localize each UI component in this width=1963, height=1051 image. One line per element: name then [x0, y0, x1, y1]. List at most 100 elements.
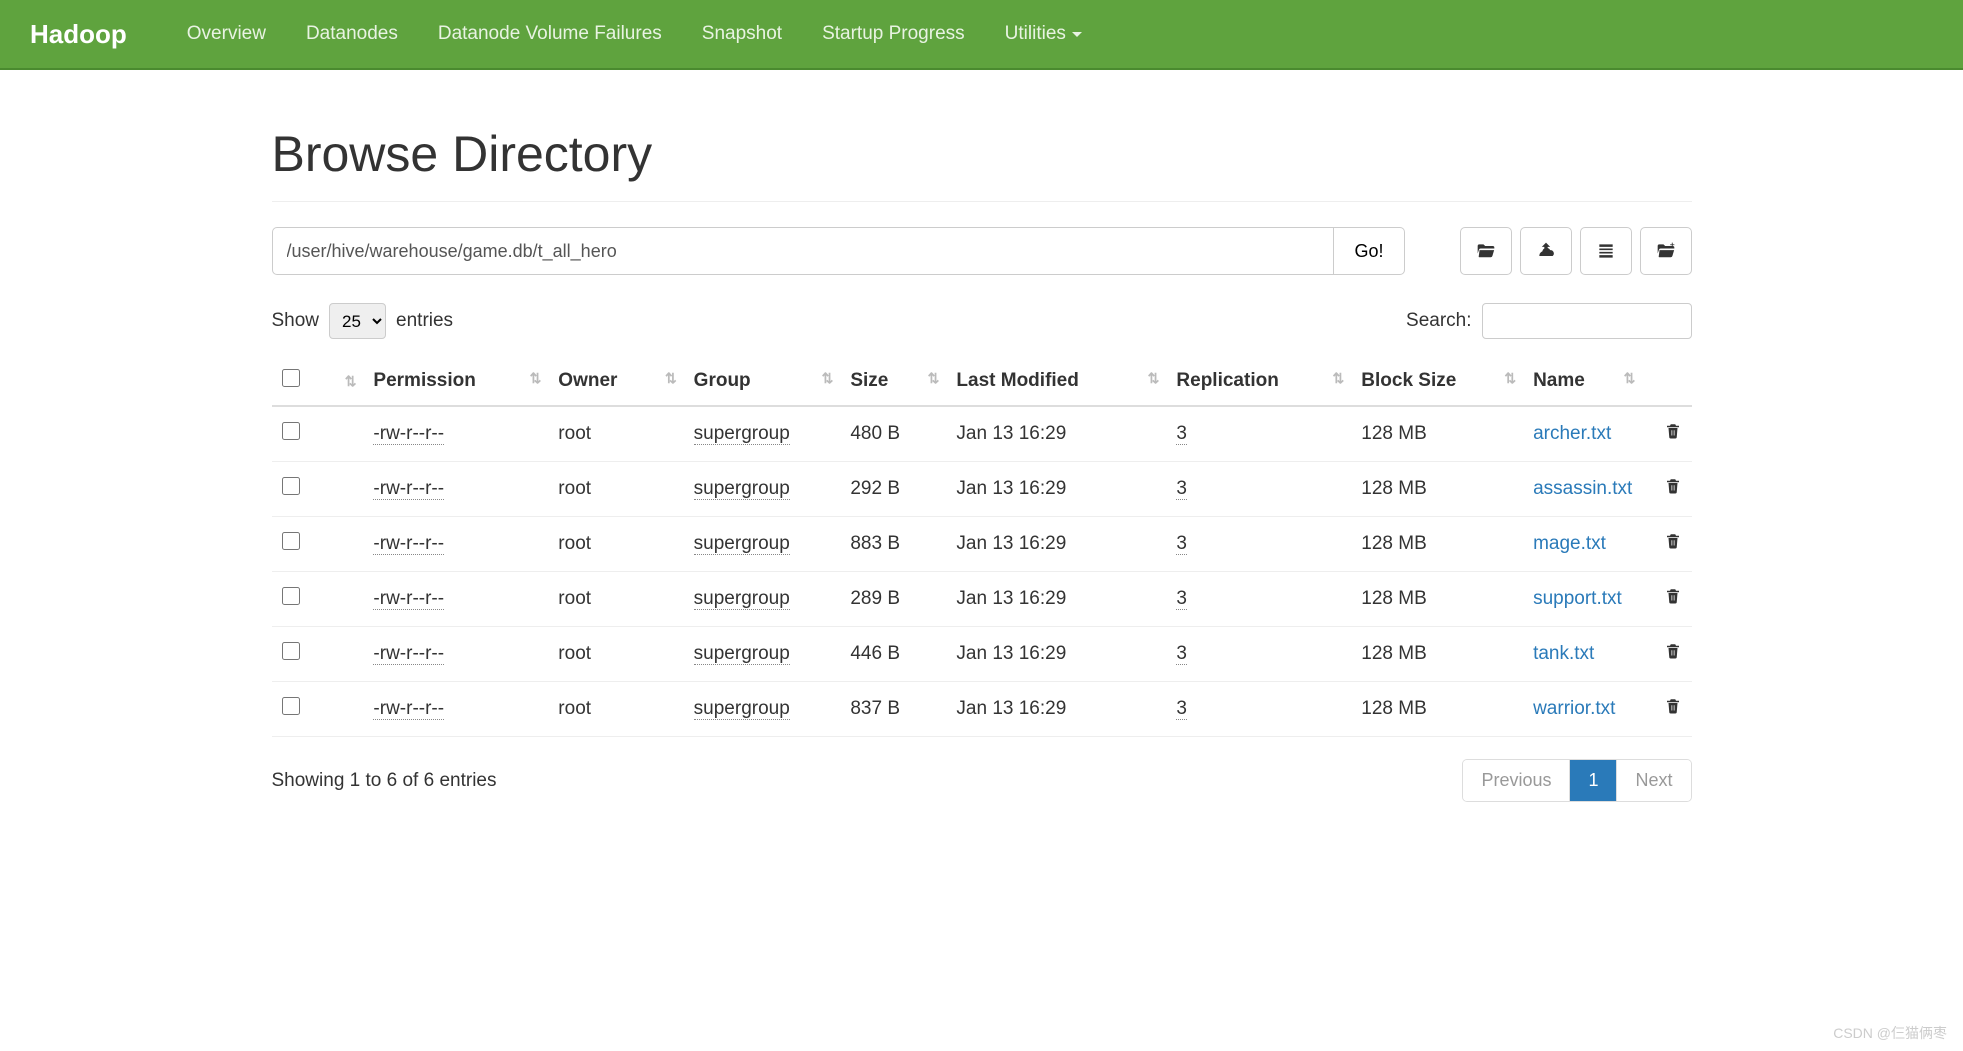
nav-utilities[interactable]: Utilities	[985, 1, 1102, 67]
last-modified-value: Jan 13 16:29	[946, 682, 1166, 737]
col-permission[interactable]: Permission ⇅	[363, 357, 548, 406]
file-link[interactable]: support.txt	[1533, 588, 1622, 609]
file-link[interactable]: warrior.txt	[1533, 698, 1615, 719]
controls-row: Show 25 entries Search:	[272, 303, 1692, 339]
open-folder-button[interactable]	[1460, 227, 1512, 275]
col-select-all	[272, 357, 317, 406]
size-value: 837 B	[840, 682, 946, 737]
last-modified-value: Jan 13 16:29	[946, 406, 1166, 462]
block-size-value: 128 MB	[1351, 572, 1523, 627]
sort-icon: ⇅	[1148, 370, 1157, 387]
file-link[interactable]: assassin.txt	[1533, 478, 1632, 499]
size-value: 883 B	[840, 517, 946, 572]
col-group[interactable]: Group ⇅	[684, 357, 841, 406]
trash-icon	[1664, 535, 1682, 556]
col-owner-label: Owner	[558, 370, 617, 391]
table-row: -rw-r--r--rootsupergroup292 BJan 13 16:2…	[272, 462, 1692, 517]
nav-snapshot[interactable]: Snapshot	[682, 1, 802, 67]
group-value: supergroup	[694, 643, 790, 665]
col-owner[interactable]: Owner⇅	[548, 357, 683, 406]
block-size-value: 128 MB	[1351, 627, 1523, 682]
permission-value: -rw-r--r--	[373, 478, 444, 500]
upload-button[interactable]	[1520, 227, 1572, 275]
chevron-down-icon	[1072, 32, 1082, 37]
file-link[interactable]: archer.txt	[1533, 423, 1611, 444]
table-info: Showing 1 to 6 of 6 entries	[272, 770, 497, 792]
sort-icon: ⇅	[1624, 370, 1633, 387]
delete-button[interactable]	[1664, 425, 1682, 446]
delete-button[interactable]	[1664, 645, 1682, 666]
prev-button[interactable]: Previous	[1463, 760, 1570, 801]
row-checkbox[interactable]	[282, 642, 300, 660]
delete-button[interactable]	[1664, 590, 1682, 611]
owner-value: root	[548, 627, 683, 682]
trash-icon	[1664, 480, 1682, 501]
col-size[interactable]: Size⇅	[840, 357, 946, 406]
show-entries: Show 25 entries	[272, 303, 454, 339]
row-checkbox[interactable]	[282, 587, 300, 605]
col-name-label: Name	[1533, 370, 1585, 391]
col-index[interactable]: ⇅	[317, 357, 364, 406]
trash-icon	[1664, 645, 1682, 666]
footer-row: Showing 1 to 6 of 6 entries Previous 1 N…	[272, 759, 1692, 802]
col-replication-label: Replication	[1176, 370, 1278, 391]
sort-icon: ⇅	[1333, 370, 1342, 387]
replication-value: 3	[1176, 478, 1187, 500]
file-link[interactable]: tank.txt	[1533, 643, 1594, 664]
entries-label: entries	[396, 310, 453, 332]
col-last-modified[interactable]: Last Modified ⇅	[946, 357, 1166, 406]
navbar: Hadoop Overview Datanodes Datanode Volum…	[0, 0, 1963, 70]
page-title: Browse Directory	[272, 125, 1692, 202]
permission-value: -rw-r--r--	[373, 643, 444, 665]
list-view-button[interactable]	[1580, 227, 1632, 275]
search-input[interactable]	[1482, 303, 1692, 339]
row-checkbox[interactable]	[282, 697, 300, 715]
row-checkbox[interactable]	[282, 477, 300, 495]
col-group-label: Group	[694, 370, 751, 391]
sort-icon: ⇅	[822, 370, 831, 387]
sort-icon: ⇅	[345, 373, 354, 390]
block-size-value: 128 MB	[1351, 406, 1523, 462]
nav-overview[interactable]: Overview	[167, 1, 286, 67]
next-button[interactable]: Next	[1617, 760, 1690, 801]
permission-value: -rw-r--r--	[373, 423, 444, 445]
col-block-size[interactable]: Block Size⇅	[1351, 357, 1523, 406]
row-checkbox[interactable]	[282, 532, 300, 550]
size-value: 480 B	[840, 406, 946, 462]
brand[interactable]: Hadoop	[30, 19, 127, 50]
show-label: Show	[272, 310, 320, 332]
replication-value: 3	[1176, 588, 1187, 610]
trash-icon	[1664, 590, 1682, 611]
col-replication[interactable]: Replication ⇅	[1166, 357, 1351, 406]
group-value: supergroup	[694, 533, 790, 555]
go-button[interactable]: Go!	[1334, 227, 1404, 275]
search-label: Search:	[1406, 310, 1471, 332]
sort-icon: ⇅	[530, 370, 539, 387]
table-row: -rw-r--r--rootsupergroup446 BJan 13 16:2…	[272, 627, 1692, 682]
path-input[interactable]	[272, 227, 1335, 275]
col-permission-label: Permission	[373, 370, 475, 391]
delete-button[interactable]	[1664, 700, 1682, 721]
page-1-button[interactable]: 1	[1570, 760, 1617, 801]
delete-button[interactable]	[1664, 535, 1682, 556]
nav-utilities-label: Utilities	[1005, 23, 1066, 45]
size-value: 292 B	[840, 462, 946, 517]
permission-value: -rw-r--r--	[373, 588, 444, 610]
delete-button[interactable]	[1664, 480, 1682, 501]
table-row: -rw-r--r--rootsupergroup480 BJan 13 16:2…	[272, 406, 1692, 462]
new-folder-button[interactable]	[1640, 227, 1692, 275]
col-last-modified-label: Last Modified	[956, 370, 1078, 391]
entries-select[interactable]: 25	[329, 303, 386, 339]
pagination: Previous 1 Next	[1462, 759, 1691, 802]
table-row: -rw-r--r--rootsupergroup289 BJan 13 16:2…	[272, 572, 1692, 627]
nav-datanode-volume-failures[interactable]: Datanode Volume Failures	[418, 1, 682, 67]
nav-datanodes[interactable]: Datanodes	[286, 1, 418, 67]
col-name[interactable]: Name ⇅	[1523, 357, 1642, 406]
last-modified-value: Jan 13 16:29	[946, 462, 1166, 517]
sort-icon: ⇅	[928, 370, 937, 387]
row-checkbox[interactable]	[282, 422, 300, 440]
file-link[interactable]: mage.txt	[1533, 533, 1606, 554]
nav-startup-progress[interactable]: Startup Progress	[802, 1, 985, 67]
owner-value: root	[548, 406, 683, 462]
select-all-checkbox[interactable]	[282, 369, 300, 387]
